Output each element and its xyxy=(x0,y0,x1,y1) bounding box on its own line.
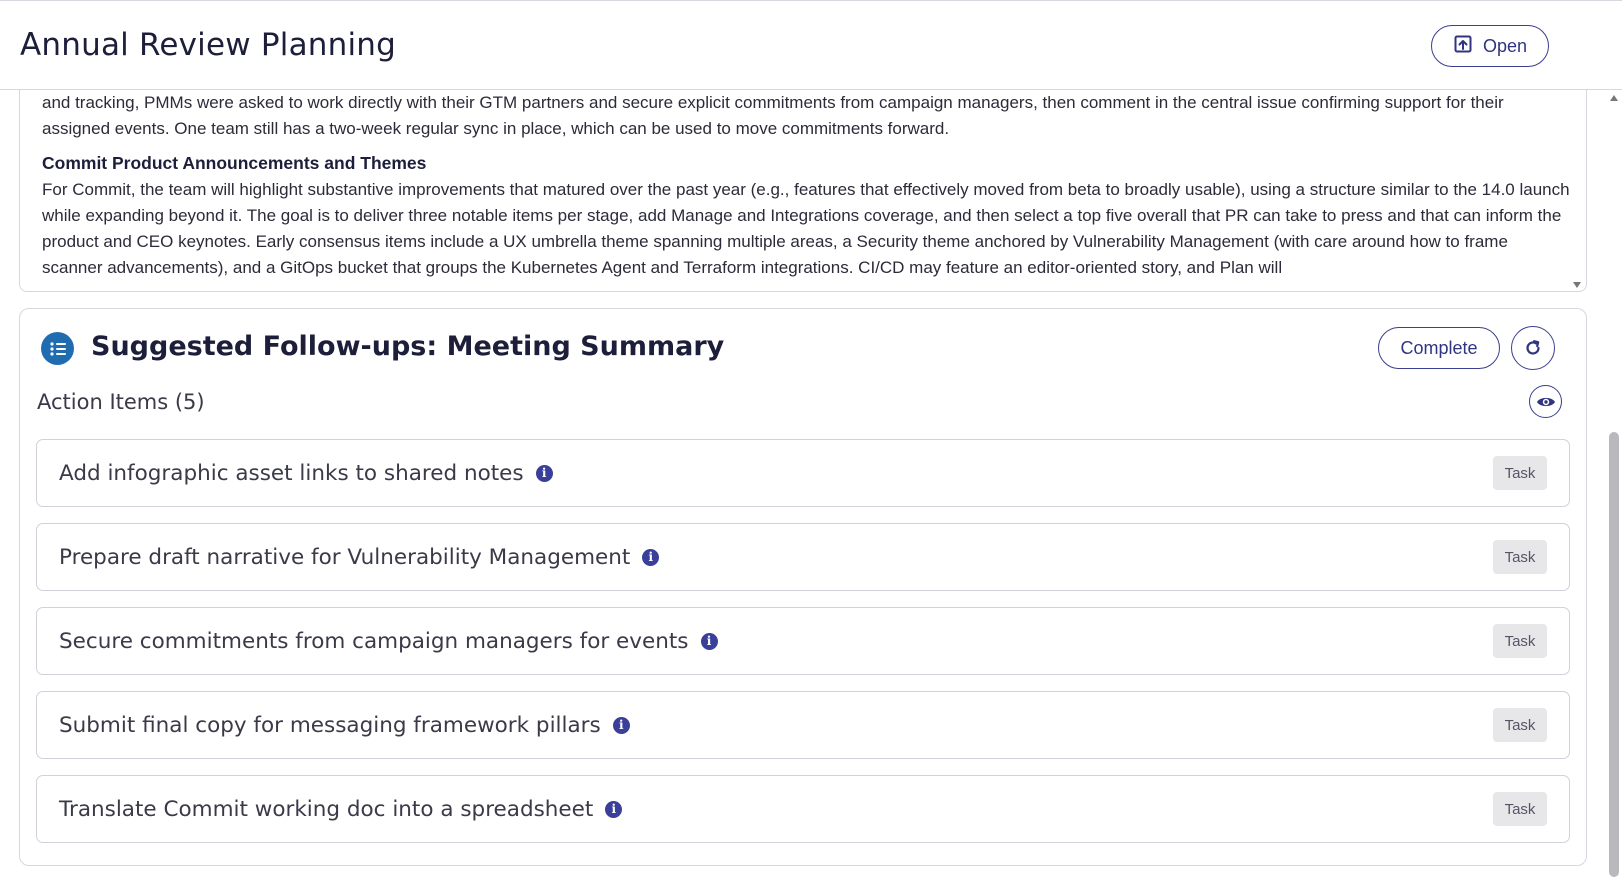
action-item[interactable]: Submit final copy for messaging framewor… xyxy=(36,691,1570,759)
toggle-visibility-button[interactable] xyxy=(1529,385,1562,418)
info-icon[interactable]: i xyxy=(612,716,630,734)
open-button[interactable]: Open xyxy=(1431,25,1549,67)
task-badge: Task xyxy=(1493,540,1547,574)
action-item-label: Submit final copy for messaging framewor… xyxy=(59,712,601,738)
action-item[interactable]: Prepare draft narrative for Vulnerabilit… xyxy=(36,523,1570,591)
info-icon[interactable]: i xyxy=(605,800,623,818)
list-icon xyxy=(41,332,74,365)
task-badge: Task xyxy=(1493,708,1547,742)
task-badge: Task xyxy=(1493,624,1547,658)
action-item-label: Prepare draft narrative for Vulnerabilit… xyxy=(59,544,631,570)
action-items-heading: Action Items (5) xyxy=(37,390,205,414)
scroll-up-arrow-icon[interactable] xyxy=(1608,93,1620,103)
action-item[interactable]: Translate Commit working doc into a spre… xyxy=(36,775,1570,843)
action-item-label: Translate Commit working doc into a spre… xyxy=(59,796,594,822)
notes-paragraph: and tracking, PMMs were asked to work di… xyxy=(42,93,1504,138)
action-item[interactable]: Secure commitments from campaign manager… xyxy=(36,607,1570,675)
info-icon[interactable]: i xyxy=(700,632,718,650)
notes-heading: Commit Product Announcements and Themes xyxy=(42,153,427,173)
task-badge: Task xyxy=(1493,456,1547,490)
action-item-label: Secure commitments from campaign manager… xyxy=(59,628,689,654)
summary-card: Suggested Follow-ups: Meeting Summary Co… xyxy=(19,308,1587,866)
task-badge: Task xyxy=(1493,792,1547,826)
action-item-label: Add infographic asset links to shared no… xyxy=(59,460,524,486)
notes-paragraph: For Commit, the team will highlight subs… xyxy=(42,180,1570,277)
eye-icon xyxy=(1536,397,1555,406)
page-scrollbar-thumb[interactable] xyxy=(1609,432,1619,877)
refresh-icon xyxy=(1526,340,1540,355)
open-external-icon xyxy=(1453,34,1473,59)
open-button-label: Open xyxy=(1482,35,1528,56)
info-icon[interactable]: i xyxy=(535,464,553,482)
refresh-button[interactable] xyxy=(1511,326,1555,370)
header: Annual Review Planning Open xyxy=(0,0,1622,90)
action-item-list: Add infographic asset links to shared no… xyxy=(36,439,1570,859)
scroll-down-arrow-icon[interactable] xyxy=(1571,280,1583,290)
action-item[interactable]: Add infographic asset links to shared no… xyxy=(36,439,1570,507)
meeting-notes-panel[interactable]: and tracking, PMMs were asked to work di… xyxy=(19,90,1587,292)
page-title: Annual Review Planning xyxy=(20,27,397,63)
info-icon[interactable]: i xyxy=(642,548,660,566)
complete-button[interactable]: Complete xyxy=(1378,327,1500,369)
summary-title: Suggested Follow-ups: Meeting Summary xyxy=(91,331,725,362)
